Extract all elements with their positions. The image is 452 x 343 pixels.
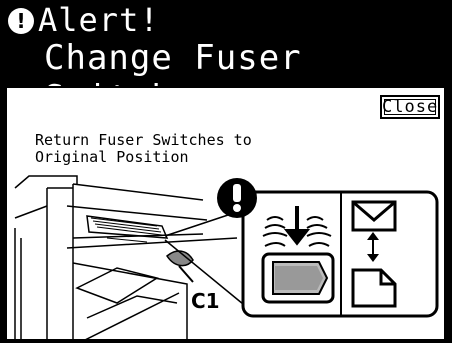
envelope-icon xyxy=(351,200,397,232)
warning-exclamation-icon xyxy=(217,178,257,218)
callout-label: C1 xyxy=(191,289,220,313)
alert-panel: Close Return Fuser Switches to Original … xyxy=(5,86,446,341)
fuser-switch-icon xyxy=(261,252,335,304)
alert-title: Alert! xyxy=(38,1,160,39)
alert-exclamation-icon: ! xyxy=(8,8,34,34)
printer-side-open-icon xyxy=(14,175,238,339)
fuser-illustration: C1 xyxy=(14,175,439,339)
alert-header: ! Alert! Change Fuser Switches xyxy=(0,0,452,118)
